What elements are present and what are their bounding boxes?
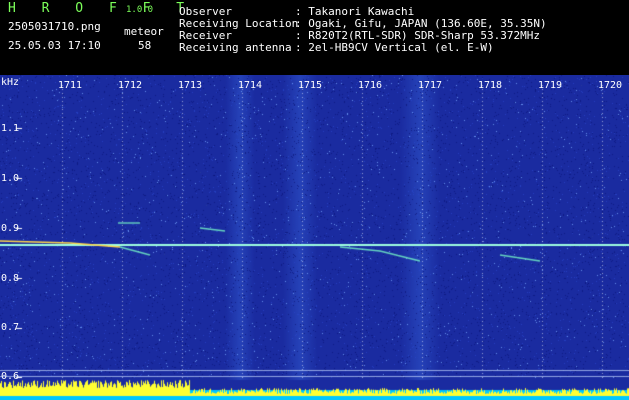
y-tick-label: 0.7	[1, 322, 20, 333]
meteor-count: 58	[138, 39, 152, 52]
y-tick-label: 0.9	[1, 223, 20, 234]
x-tick-label: 1716	[358, 80, 383, 91]
y-tick-label: 1.1	[1, 123, 20, 134]
antenna-label: Receiving antenna	[179, 41, 292, 54]
x-tick-label: 1717	[418, 80, 443, 91]
waterfall-spectrogram	[0, 75, 629, 400]
x-tick-label: 1715	[298, 80, 323, 91]
y-tick-label: 0.8	[1, 273, 20, 284]
y-axis-unit: kHz	[1, 77, 20, 88]
meteor-label: meteor	[124, 25, 164, 38]
app-version: 1.0.0	[126, 5, 154, 15]
x-tick-label: 1712	[118, 80, 143, 91]
x-tick-label: 1714	[238, 80, 263, 91]
date-time: 25.05.03 17:10	[8, 39, 101, 52]
app-title: H R O F F T	[8, 1, 194, 16]
antenna-value: : 2el-HB9CV Vertical (el. E-W)	[295, 41, 494, 54]
x-tick-label: 1720	[598, 80, 623, 91]
x-tick-label: 1718	[478, 80, 503, 91]
x-tick-label: 1719	[538, 80, 563, 91]
y-tick-label: 1.0	[1, 173, 20, 184]
x-tick-label: 1711	[58, 80, 83, 91]
header-panel: H R O F F T 1.0.0 2505031710.png 25.05.0…	[0, 0, 629, 75]
x-tick-label: 1713	[178, 80, 203, 91]
file-name: 2505031710.png	[8, 20, 101, 33]
y-tick-label: 0.6	[1, 371, 20, 382]
